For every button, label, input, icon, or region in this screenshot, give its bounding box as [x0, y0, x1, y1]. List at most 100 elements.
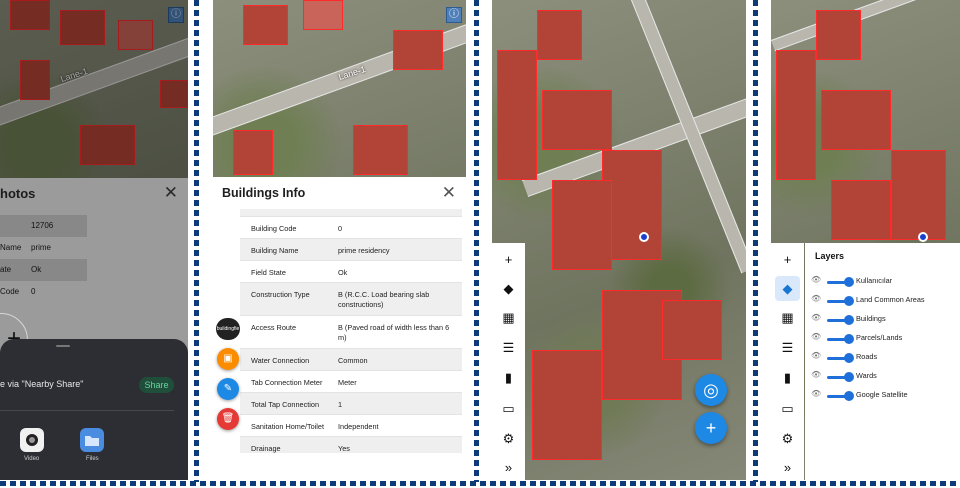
- layer-name: Buildings: [856, 314, 886, 323]
- building-footprint[interactable]: [816, 10, 861, 60]
- row-value: Meter: [338, 378, 357, 387]
- layers-panel: Layers 👁 Kullanıcılar 👁 Land Common Areas …: [805, 243, 960, 480]
- slider-handle[interactable]: [844, 334, 854, 344]
- eye-icon[interactable]: 👁: [811, 313, 821, 322]
- my-location-button[interactable]: ◎: [695, 374, 727, 406]
- plus-icon[interactable]: +: [779, 251, 796, 268]
- table-row: Access Route B (Paved road of width less …: [240, 316, 462, 349]
- chevron-double-right-icon[interactable]: »: [500, 459, 517, 476]
- row-key: Water Connection: [251, 356, 310, 365]
- chevron-double-right-icon[interactable]: »: [779, 459, 796, 476]
- map-toolbar: + ◆ ▦ ☰ ▮ ▭ ⚙ »: [771, 243, 804, 480]
- layer-name: Parcels/Lands: [856, 333, 903, 342]
- building-footprint[interactable]: [233, 130, 273, 175]
- layer-row[interactable]: 👁 Kullanıcılar: [811, 275, 960, 289]
- building-footprint[interactable]: [393, 30, 443, 70]
- layer-name: Kullanıcılar: [856, 276, 893, 285]
- plus-icon[interactable]: +: [500, 251, 517, 268]
- row-value: Yes: [338, 444, 350, 453]
- building-footprint[interactable]: [353, 125, 408, 175]
- eye-icon[interactable]: 👁: [811, 351, 821, 360]
- bookmark-icon[interactable]: ▮: [779, 369, 796, 386]
- share-sheet: e via "Nearby Share" Share Video Files: [0, 339, 188, 480]
- delete-fab[interactable]: 🗑: [217, 408, 239, 430]
- eye-icon[interactable]: 👁: [811, 275, 821, 284]
- layer-name: Wards: [856, 371, 877, 380]
- building-footprint[interactable]: [303, 0, 343, 30]
- slider-handle[interactable]: [844, 372, 854, 382]
- building-footprint[interactable]: [537, 10, 582, 60]
- table-icon[interactable]: ▦: [500, 309, 517, 326]
- building-footprint[interactable]: [821, 90, 891, 150]
- building-footprint[interactable]: [831, 180, 891, 240]
- eye-icon[interactable]: 👁: [811, 389, 821, 398]
- map-screen: + ◆ ▦ ☰ ▮ ▭ ⚙ » ◎ +: [492, 0, 746, 480]
- add-feature-button[interactable]: +: [695, 412, 727, 444]
- layers-icon[interactable]: ◆: [500, 280, 517, 297]
- folder-icon[interactable]: [80, 428, 104, 452]
- bookmark-icon[interactable]: ▮: [500, 369, 517, 386]
- info-key: ate: [0, 265, 12, 274]
- gear-icon[interactable]: ⚙: [779, 430, 796, 447]
- slider-handle[interactable]: [844, 315, 854, 325]
- table-row: Tab Connection Meter Meter: [240, 371, 462, 393]
- layer-row[interactable]: 👁 Parcels/Lands: [811, 332, 960, 346]
- building-footprint[interactable]: [243, 5, 288, 45]
- table-row: Construction Type B (R.C.C. Load bearing …: [240, 283, 462, 316]
- table-row: Building Code 0: [240, 217, 462, 239]
- video-icon[interactable]: [20, 428, 44, 452]
- edit-fab[interactable]: ✎: [217, 378, 239, 400]
- buildings-info-table[interactable]: Building Code 0 Building Name prime reside…: [240, 209, 462, 453]
- list-icon[interactable]: ☰: [500, 339, 517, 356]
- nearby-share-text: e via "Nearby Share": [0, 379, 84, 389]
- info-row: Name prime residency: [0, 237, 87, 274]
- table-row: Building Name prime residency: [240, 239, 462, 261]
- building-footprint[interactable]: [542, 90, 612, 150]
- row-value: B (Paved road of width less than 6 m): [338, 323, 450, 342]
- building-footprint[interactable]: [552, 180, 612, 270]
- divider: [194, 0, 199, 482]
- share-button[interactable]: Share: [139, 377, 174, 393]
- building-footprint[interactable]: [891, 150, 946, 240]
- info-key: Code: [0, 287, 20, 296]
- layer-row[interactable]: 👁 Roads: [811, 351, 960, 365]
- row-value: prime residency: [338, 246, 390, 255]
- layer-row[interactable]: 👁 Buildings: [811, 313, 960, 327]
- layer-row[interactable]: 👁 Wards: [811, 370, 960, 384]
- location-marker: [918, 232, 928, 242]
- photos-screen: Lane-1 ⓘ hotos ✕ 12706 Name prime reside…: [0, 0, 188, 480]
- table-icon[interactable]: ▦: [779, 309, 796, 326]
- row-key: Tab Connection Meter: [251, 378, 323, 387]
- ruler-icon[interactable]: ▭: [779, 400, 796, 417]
- dialog-title: Buildings Info: [222, 186, 306, 200]
- close-icon[interactable]: ✕: [164, 183, 178, 203]
- table-row: Sanitation Home/Toilet Independent: [240, 415, 462, 437]
- slider-handle[interactable]: [844, 391, 854, 401]
- divider: [0, 481, 960, 486]
- sheet-title: hotos: [0, 186, 36, 201]
- layer-row[interactable]: 👁 Land Common Areas: [811, 294, 960, 308]
- building-footprint[interactable]: [662, 300, 722, 360]
- eye-icon[interactable]: 👁: [811, 332, 821, 341]
- info-icon[interactable]: ⓘ: [446, 7, 462, 23]
- slider-handle[interactable]: [844, 296, 854, 306]
- layer-row[interactable]: 👁 Google Satellite: [811, 389, 960, 403]
- building-footprint[interactable]: [776, 50, 816, 180]
- list-icon[interactable]: ☰: [779, 339, 796, 356]
- building-field-fab[interactable]: buildingfie: [216, 318, 240, 340]
- eye-icon[interactable]: 👁: [811, 294, 821, 303]
- building-footprint[interactable]: [532, 350, 602, 460]
- row-key: Total Tap Connection: [251, 400, 320, 409]
- close-icon[interactable]: ✕: [442, 183, 456, 203]
- image-fab[interactable]: ▣: [217, 348, 239, 370]
- slider-handle[interactable]: [844, 277, 854, 287]
- ruler-icon[interactable]: ▭: [500, 400, 517, 417]
- gear-icon[interactable]: ⚙: [500, 430, 517, 447]
- row-value: 0: [338, 224, 343, 233]
- building-footprint[interactable]: [497, 50, 537, 180]
- drag-handle[interactable]: [56, 345, 70, 347]
- eye-icon[interactable]: 👁: [811, 370, 821, 379]
- layers-icon[interactable]: ◆: [775, 276, 800, 301]
- layers-screen: + ◆ ▦ ☰ ▮ ▭ ⚙ » Layers 👁 Kullanıcılar 👁 La…: [771, 0, 960, 480]
- slider-handle[interactable]: [844, 353, 854, 363]
